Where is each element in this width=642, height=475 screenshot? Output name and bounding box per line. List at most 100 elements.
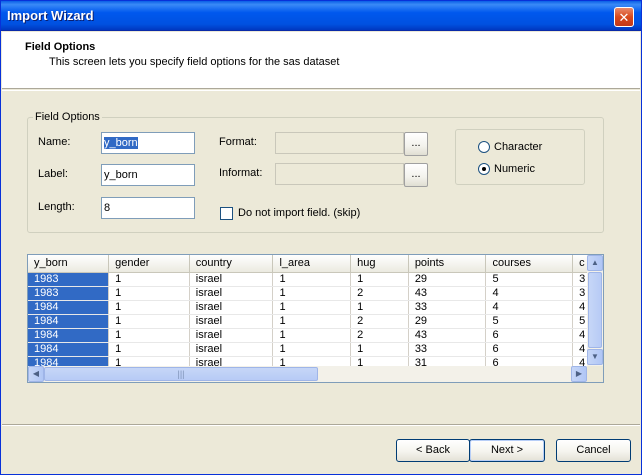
header-divider: [2, 90, 640, 91]
table-cell: israel: [189, 328, 274, 343]
column-header[interactable]: points: [408, 255, 487, 273]
table-cell: 1: [350, 342, 409, 357]
scroll-up-arrow-icon[interactable]: ▲: [587, 255, 603, 271]
column-header[interactable]: country: [189, 255, 274, 273]
table-cell: 43: [408, 286, 487, 301]
next-button[interactable]: Next >: [469, 439, 545, 462]
scroll-grip-icon: |||: [177, 369, 185, 379]
table-cell: 1: [350, 272, 409, 287]
skip-field-label: Do not import field. (skip): [238, 207, 361, 219]
table-row[interactable]: 1984 1 israel 1 2 43 6 4: [28, 328, 603, 343]
grid-vertical-scrollbar[interactable]: ▲ ▼: [587, 255, 603, 366]
informat-label: Informat:: [219, 167, 263, 179]
type-radio-group: [455, 129, 585, 185]
table-cell: 1983: [28, 286, 110, 301]
table-cell: 1983: [28, 272, 110, 287]
table-row[interactable]: 1983 1 israel 1 2 43 4 3: [28, 286, 603, 301]
table-cell: 2: [350, 286, 409, 301]
data-preview-table: y_born gender country l_area hug points course…: [28, 255, 603, 371]
column-header[interactable]: hug: [350, 255, 409, 273]
column-header[interactable]: l_area: [272, 255, 352, 273]
skip-field-checkbox[interactable]: [220, 207, 233, 220]
wizard-header: Field Options This screen lets you speci…: [2, 32, 640, 89]
data-preview-grid[interactable]: y_born gender country l_area hug points course…: [27, 254, 604, 383]
table-cell: 1984: [28, 328, 110, 343]
table-cell: israel: [189, 342, 274, 357]
page-title: Field Options: [25, 41, 96, 53]
format-input[interactable]: [275, 132, 404, 154]
format-label: Format:: [219, 136, 257, 148]
table-cell: 29: [408, 272, 487, 287]
back-button[interactable]: < Back: [396, 439, 470, 462]
table-cell: 29: [408, 314, 487, 329]
table-cell: 33: [408, 342, 487, 357]
table-cell: 1: [108, 286, 190, 301]
window-title: Import Wizard: [7, 8, 94, 23]
informat-browse-button[interactable]: ...: [404, 163, 428, 187]
numeric-radio-label: Numeric: [494, 163, 535, 175]
horizontal-scroll-thumb[interactable]: |||: [44, 367, 318, 381]
label-input[interactable]: y_born: [101, 164, 195, 186]
table-cell: 33: [408, 300, 487, 315]
page-description: This screen lets you specify field optio…: [49, 56, 340, 68]
table-cell: 6: [485, 328, 574, 343]
table-cell: 1: [272, 286, 352, 301]
table-row[interactable]: 1984 1 israel 1 1 33 4 4: [28, 300, 603, 315]
grid-horizontal-scrollbar[interactable]: ◀ ||| ▶: [28, 366, 587, 382]
length-label: Length:: [38, 201, 75, 213]
table-cell: 1: [272, 342, 352, 357]
table-cell: 2: [350, 314, 409, 329]
vertical-scroll-thumb[interactable]: [588, 272, 602, 348]
table-cell: 1: [272, 328, 352, 343]
table-cell: israel: [189, 272, 274, 287]
field-options-group-label: Field Options: [33, 111, 102, 123]
name-input[interactable]: y_born: [101, 132, 195, 154]
table-cell: 5: [485, 314, 574, 329]
scrollbar-corner: [587, 366, 603, 382]
table-row[interactable]: 1983 1 israel 1 1 29 5 3: [28, 272, 603, 287]
cancel-button[interactable]: Cancel: [556, 439, 631, 462]
column-header[interactable]: courses: [485, 255, 574, 273]
table-cell: 1: [108, 300, 190, 315]
radio-selected-dot: [482, 167, 486, 171]
scroll-down-arrow-icon[interactable]: ▼: [587, 349, 603, 365]
character-radio[interactable]: [478, 141, 490, 153]
table-cell: 2: [350, 328, 409, 343]
column-header[interactable]: y_born: [28, 255, 110, 273]
informat-input[interactable]: [275, 163, 404, 185]
footer-divider-highlight: [2, 425, 640, 426]
character-radio-label: Character: [494, 141, 543, 153]
table-cell: 1: [108, 314, 190, 329]
table-cell: israel: [189, 314, 274, 329]
label-label: Label:: [38, 168, 68, 180]
table-cell: 1: [108, 342, 190, 357]
scroll-right-arrow-icon[interactable]: ▶: [571, 366, 587, 382]
table-row[interactable]: 1984 1 israel 1 2 29 5 5: [28, 314, 603, 329]
import-wizard-window: Import Wizard ✕ Field Options This scree…: [0, 0, 642, 475]
table-cell: 4: [485, 300, 574, 315]
table-cell: 1: [108, 328, 190, 343]
table-cell: 1984: [28, 314, 110, 329]
grid-header-row: y_born gender country l_area hug points course…: [28, 255, 603, 273]
close-icon: ✕: [618, 9, 630, 25]
scroll-left-arrow-icon[interactable]: ◀: [28, 366, 44, 382]
close-button[interactable]: ✕: [614, 7, 634, 27]
table-cell: 1: [108, 272, 190, 287]
table-cell: 1984: [28, 300, 110, 315]
name-label: Name:: [38, 136, 71, 148]
table-cell: 6: [485, 342, 574, 357]
table-row[interactable]: 1984 1 israel 1 1 33 6 4: [28, 342, 603, 357]
table-cell: 1: [272, 272, 352, 287]
format-browse-button[interactable]: ...: [404, 132, 428, 156]
title-bar[interactable]: Import Wizard ✕: [1, 1, 641, 31]
table-cell: israel: [189, 300, 274, 315]
table-cell: 1984: [28, 342, 110, 357]
table-cell: 1: [350, 300, 409, 315]
numeric-radio[interactable]: [478, 163, 490, 175]
length-input[interactable]: 8: [101, 197, 195, 219]
name-input-value: y_born: [104, 137, 138, 149]
column-header[interactable]: gender: [108, 255, 190, 273]
table-cell: 43: [408, 328, 487, 343]
table-cell: 1: [272, 314, 352, 329]
table-cell: israel: [189, 286, 274, 301]
